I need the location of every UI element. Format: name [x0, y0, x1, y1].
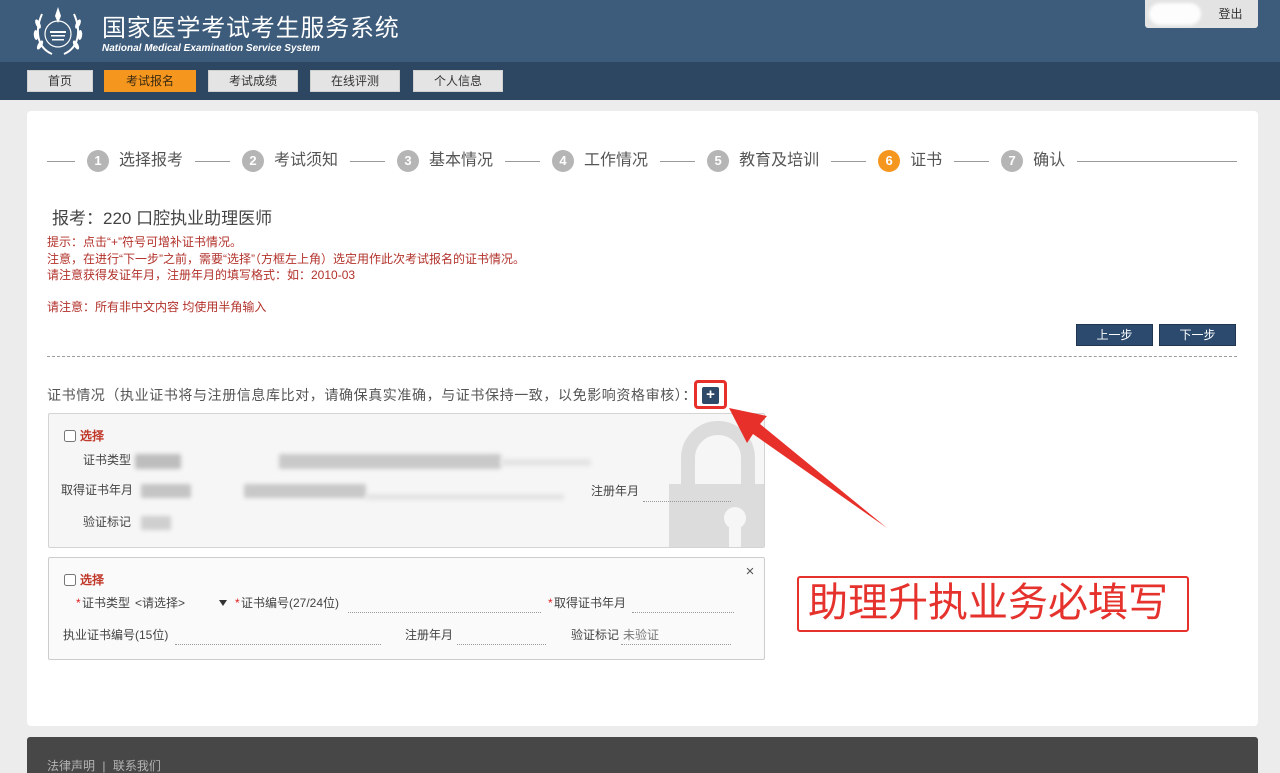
- verify-mark-underline: [621, 644, 731, 645]
- step-7: 7 确认: [1001, 150, 1065, 172]
- step-label: 考试须知: [274, 152, 339, 169]
- step-divider: [47, 160, 75, 162]
- practice-number-label: 执业证书编号(15位): [63, 628, 169, 642]
- step-divider: [831, 160, 867, 162]
- redacted-value: [501, 459, 591, 466]
- notice-date-format: 请注意获得发证年月，注册年月的填写格式：如：2010-03: [47, 268, 356, 282]
- step-divider: [350, 160, 386, 162]
- step-divider: [954, 160, 990, 162]
- step-label: 工作情况: [584, 152, 649, 169]
- lock-icon: [669, 421, 764, 547]
- close-icon[interactable]: ×: [743, 564, 757, 580]
- notice-half-width: 请注意：所有非中文内容 均使用半角输入: [47, 300, 267, 314]
- step-number: 6: [878, 150, 901, 172]
- medical-emblem-icon: [30, 4, 86, 58]
- registered-date-underline: [643, 501, 731, 502]
- verify-mark-label: 验证标记: [571, 628, 620, 642]
- certificate-card-new: × 选择 * 证书类型 <请选择> * 证书编号(27/24位) * 取得证书年…: [48, 557, 765, 660]
- cert-type-select[interactable]: <请选择>: [135, 596, 227, 612]
- step-divider: [1077, 160, 1237, 162]
- chevron-down-icon: [219, 600, 227, 606]
- step-6-current: 6 证书: [878, 150, 942, 172]
- redacted-value: [141, 484, 191, 498]
- site-title: 国家医学考试考生服务系统: [102, 15, 400, 42]
- site-header: 国家医学考试考生服务系统 National Medical Examinatio…: [0, 0, 1280, 62]
- step-label: 教育及培训: [739, 152, 820, 169]
- step-number: 7: [1001, 150, 1024, 172]
- required-mark: *: [235, 596, 240, 610]
- step-divider: [660, 160, 696, 162]
- step-3: 3 基本情况: [397, 150, 493, 172]
- cert-number-input[interactable]: [348, 597, 541, 613]
- registered-date-label: 注册年月: [591, 484, 640, 498]
- verify-mark-value: 未验证: [623, 628, 660, 642]
- step-2: 2 考试须知: [242, 150, 338, 172]
- step-label: 选择报考: [119, 152, 184, 169]
- next-step-button[interactable]: 下一步: [1159, 324, 1236, 346]
- step-number: 5: [707, 150, 730, 172]
- main-content: 1 选择报考 2 考试须知 3 基本情况 4 工作情况 5 教育及培训 6 证书…: [27, 111, 1258, 726]
- redacted-value: [141, 516, 171, 530]
- cert-type-select-value: <请选择>: [135, 596, 186, 610]
- username-redacted: [1149, 3, 1201, 25]
- cert-type-label: 证书类型: [83, 453, 132, 467]
- obtained-date-label: 取得证书年月: [554, 596, 627, 610]
- plus-icon[interactable]: +: [702, 387, 719, 404]
- step-5: 5 教育及培训: [707, 150, 819, 172]
- cert-type-label: 证书类型: [82, 596, 131, 610]
- logout-button[interactable]: 登出: [1203, 0, 1258, 28]
- select-checkbox[interactable]: [64, 574, 76, 586]
- footer-link-legal[interactable]: 法律声明: [47, 759, 95, 773]
- footer-link-contact[interactable]: 联系我们: [113, 759, 161, 773]
- step-divider: [195, 160, 231, 162]
- annotation-callout: 助理升执业务必填写: [797, 576, 1189, 632]
- nav-item-home[interactable]: 首页: [27, 70, 93, 92]
- registered-date-input[interactable]: [457, 629, 546, 645]
- verify-mark-label: 验证标记: [83, 515, 132, 529]
- select-checkbox[interactable]: [64, 430, 76, 442]
- redacted-value: [366, 494, 564, 500]
- nav-item-personal-info[interactable]: 个人信息: [413, 70, 503, 92]
- step-divider: [505, 160, 541, 162]
- nav-item-exam-scores[interactable]: 考试成绩: [208, 70, 298, 92]
- progress-steps: 1 选择报考 2 考试须知 3 基本情况 4 工作情况 5 教育及培训 6 证书…: [47, 150, 1237, 172]
- nav-item-exam-registration[interactable]: 考试报名: [104, 70, 196, 92]
- prev-step-button[interactable]: 上一步: [1076, 324, 1153, 346]
- certificate-card-existing: 选择 证书类型 取得证书年月 注册年月 验证标记: [48, 413, 765, 548]
- footer-separator: |: [102, 759, 106, 773]
- redacted-value: [135, 454, 181, 469]
- step-1: 1 选择报考: [87, 150, 183, 172]
- page: 国家医学考试考生服务系统 National Medical Examinatio…: [0, 0, 1280, 773]
- user-box: 登出: [1145, 0, 1258, 28]
- step-number: 2: [242, 150, 265, 172]
- step-label: 证书: [910, 152, 943, 169]
- cert-number-label: 证书编号(27/24位): [241, 596, 340, 610]
- required-mark: *: [76, 596, 81, 610]
- practice-number-input[interactable]: [175, 629, 381, 645]
- divider: [47, 356, 1237, 357]
- required-mark: *: [548, 596, 553, 610]
- notice-select-warning: 注意，在进行“下一步”之前，需要“选择”（方框左上角）选定用作此次考试报名的证书…: [47, 252, 525, 266]
- obtained-date-label: 取得证书年月: [61, 483, 134, 497]
- step-4: 4 工作情况: [552, 150, 648, 172]
- redacted-value: [244, 484, 366, 498]
- nav-item-online-assessment[interactable]: 在线评测: [310, 70, 400, 92]
- select-label: 选择: [80, 429, 105, 443]
- step-label: 基本情况: [429, 152, 494, 169]
- step-number: 3: [397, 150, 420, 172]
- redacted-value: [279, 454, 501, 469]
- registered-date-label: 注册年月: [405, 628, 454, 642]
- obtained-date-input[interactable]: [632, 597, 734, 613]
- site-footer: 法律声明 | 联系我们: [27, 737, 1258, 773]
- footer-links: 法律声明 | 联系我们: [47, 759, 161, 773]
- main-nav: 首页 考试报名 考试成绩 在线评测 个人信息: [0, 62, 1280, 100]
- site-subtitle: National Medical Examination Service Sys…: [102, 43, 320, 54]
- select-label: 选择: [80, 573, 105, 587]
- notice-tip: 提示：点击“+”符号可增补证书情况。: [47, 235, 243, 249]
- exam-title: 报考：220 口腔执业助理医师: [52, 209, 273, 228]
- certificates-section-label: 证书情况（执业证书将与注册信息库比对，请确保真实准确，与证书保持一致，以免影响资…: [47, 387, 697, 403]
- step-label: 确认: [1033, 152, 1066, 169]
- step-number: 4: [552, 150, 575, 172]
- step-number: 1: [87, 150, 109, 172]
